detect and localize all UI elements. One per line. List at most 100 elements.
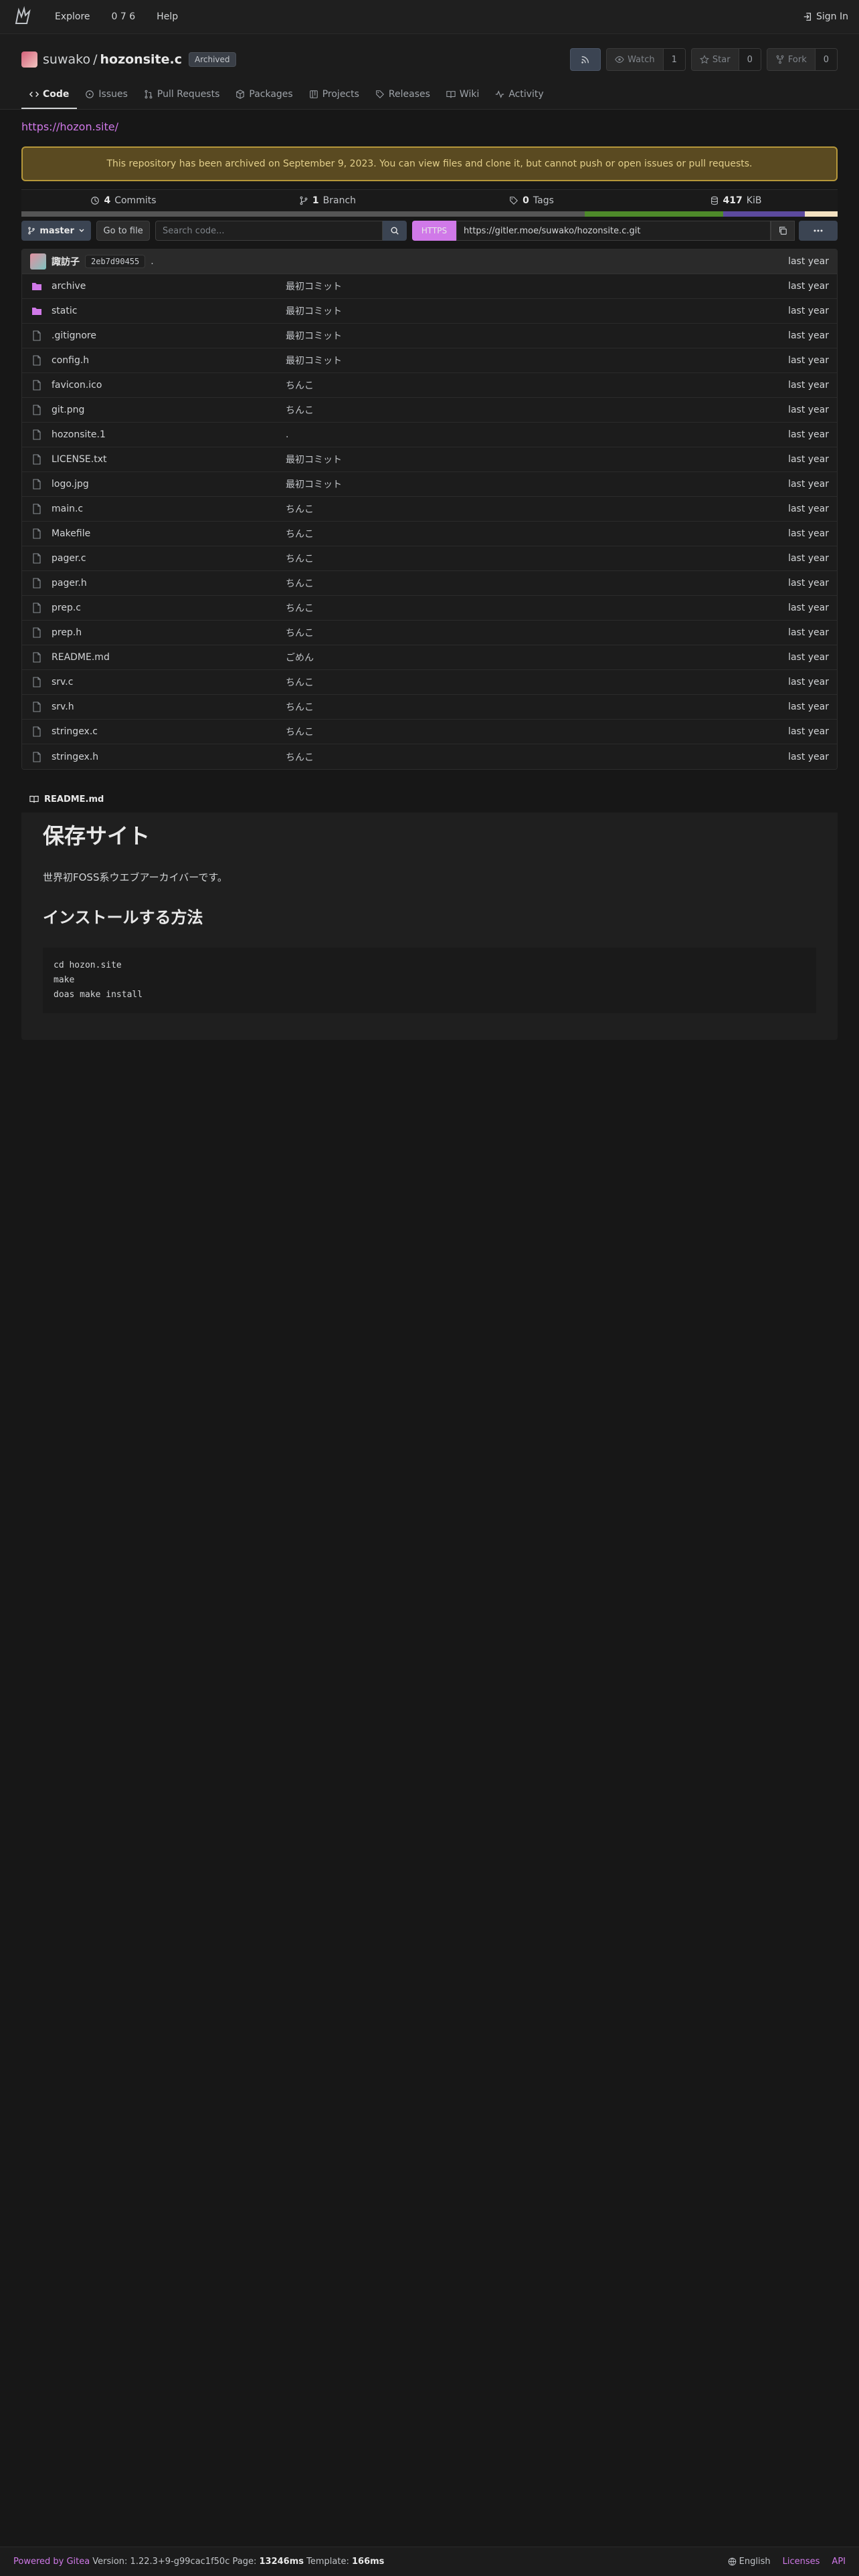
file-name[interactable]: README.md: [52, 652, 286, 663]
file-commit-message[interactable]: ちんこ: [286, 675, 788, 689]
clone-url-input[interactable]: [456, 221, 771, 241]
language-segment[interactable]: [805, 211, 838, 217]
commit-message[interactable]: .: [151, 256, 153, 267]
file-row[interactable]: srv.h ちんこ last year: [22, 695, 837, 720]
file-commit-message[interactable]: ちんこ: [286, 750, 788, 764]
file-row[interactable]: main.c ちんこ last year: [22, 497, 837, 522]
file-name[interactable]: static: [52, 306, 286, 316]
tab-wiki[interactable]: Wiki: [438, 89, 487, 109]
file-name[interactable]: logo.jpg: [52, 479, 286, 490]
powered-by-gitea-link[interactable]: Powered by Gitea: [13, 2557, 90, 2567]
branch-stat[interactable]: 1 Branch: [225, 195, 430, 206]
nav-explore[interactable]: Explore: [55, 11, 90, 22]
search-code-input[interactable]: [155, 221, 383, 241]
file-row[interactable]: prep.c ちんこ last year: [22, 596, 837, 621]
commits-stat[interactable]: 4 Commits: [21, 195, 225, 206]
star-count[interactable]: 0: [739, 49, 761, 70]
file-name[interactable]: stringex.c: [52, 726, 286, 737]
file-row[interactable]: git.png ちんこ last year: [22, 398, 837, 423]
file-name[interactable]: LICENSE.txt: [52, 454, 286, 465]
file-commit-message[interactable]: ちんこ: [286, 403, 788, 417]
tab-pull-requests[interactable]: Pull Requests: [136, 89, 227, 109]
commit-author-avatar[interactable]: [30, 253, 46, 270]
file-row[interactable]: favicon.ico ちんこ last year: [22, 373, 837, 398]
watch-count[interactable]: 1: [663, 49, 685, 70]
language-segment[interactable]: [723, 211, 805, 217]
file-commit-message[interactable]: ちんこ: [286, 576, 788, 590]
licenses-link[interactable]: Licenses: [783, 2557, 820, 2567]
file-name[interactable]: pager.c: [52, 553, 286, 564]
file-commit-message[interactable]: ちんこ: [286, 502, 788, 516]
nav-language-glyphs[interactable]: 0 7 6: [112, 11, 136, 22]
tags-stat[interactable]: 0 Tags: [430, 195, 634, 206]
file-name[interactable]: prep.h: [52, 627, 286, 638]
repo-avatar[interactable]: [21, 51, 37, 68]
file-row[interactable]: Makefile ちんこ last year: [22, 522, 837, 546]
file-commit-message[interactable]: 最初コミット: [286, 453, 788, 466]
file-commit-message[interactable]: ごめん: [286, 651, 788, 664]
language-segment[interactable]: [584, 211, 724, 217]
file-name[interactable]: srv.h: [52, 702, 286, 712]
file-name[interactable]: archive: [52, 281, 286, 292]
language-segment[interactable]: [21, 211, 585, 217]
sign-in-link[interactable]: Sign In: [803, 11, 848, 22]
file-row[interactable]: prep.h ちんこ last year: [22, 621, 837, 645]
copy-url-button[interactable]: [771, 221, 795, 241]
tab-code[interactable]: Code: [21, 89, 78, 109]
file-row[interactable]: logo.jpg 最初コミット last year: [22, 472, 837, 497]
file-row[interactable]: stringex.h ちんこ last year: [22, 744, 837, 769]
star-button[interactable]: Star: [691, 49, 739, 70]
file-commit-message[interactable]: ちんこ: [286, 601, 788, 615]
file-row[interactable]: pager.c ちんこ last year: [22, 546, 837, 571]
language-selector[interactable]: English: [728, 2557, 771, 2567]
file-name[interactable]: Makefile: [52, 528, 286, 539]
tab-activity[interactable]: Activity: [487, 89, 551, 109]
file-commit-message[interactable]: ちんこ: [286, 379, 788, 392]
more-options-button[interactable]: [799, 221, 838, 241]
repo-name-link[interactable]: hozonsite.c: [100, 52, 182, 67]
file-row[interactable]: archive 最初コミット last year: [22, 274, 837, 299]
file-row[interactable]: static 最初コミット last year: [22, 299, 837, 324]
https-protocol-button[interactable]: HTTPS: [412, 221, 456, 241]
commit-sha[interactable]: 2eb7d90455: [85, 255, 146, 268]
nav-help[interactable]: Help: [157, 11, 178, 22]
file-row[interactable]: LICENSE.txt 最初コミット last year: [22, 447, 837, 472]
file-row[interactable]: hozonsite.1. last year: [22, 423, 837, 447]
file-name[interactable]: git.png: [52, 405, 286, 415]
file-name[interactable]: main.c: [52, 504, 286, 514]
language-bar[interactable]: [21, 211, 838, 217]
readme-filename[interactable]: README.md: [44, 794, 104, 804]
file-row[interactable]: README.md ごめん last year: [22, 645, 837, 670]
repo-website-link[interactable]: https://hozon.site/: [21, 120, 838, 133]
file-row[interactable]: pager.h ちんこ last year: [22, 571, 837, 596]
file-commit-message[interactable]: 最初コミット: [286, 477, 788, 491]
file-name[interactable]: hozonsite.1: [52, 429, 286, 440]
file-row[interactable]: .gitignore 最初コミット last year: [22, 324, 837, 348]
file-commit-message[interactable]: ちんこ: [286, 552, 788, 565]
tab-releases[interactable]: Releases: [367, 89, 438, 109]
file-commit-message[interactable]: ちんこ: [286, 725, 788, 738]
api-link[interactable]: API: [832, 2557, 846, 2567]
file-name[interactable]: .gitignore: [52, 330, 286, 341]
file-row[interactable]: stringex.c ちんこ last year: [22, 720, 837, 744]
file-commit-message[interactable]: ちんこ: [286, 626, 788, 639]
watch-button[interactable]: Watch: [607, 49, 664, 70]
file-name[interactable]: favicon.ico: [52, 380, 286, 391]
go-to-file-button[interactable]: Go to file: [96, 221, 150, 241]
search-button[interactable]: [383, 221, 407, 241]
branch-dropdown[interactable]: master: [21, 221, 92, 241]
gitea-logo[interactable]: [11, 5, 35, 29]
file-commit-message[interactable]: ちんこ: [286, 700, 788, 714]
rss-feed-button[interactable]: [570, 48, 601, 71]
file-row[interactable]: config.h 最初コミット last year: [22, 348, 837, 373]
file-commit-message[interactable]: 最初コミット: [286, 354, 788, 367]
tab-issues[interactable]: Issues: [77, 89, 136, 109]
file-name[interactable]: config.h: [52, 355, 286, 366]
file-name[interactable]: pager.h: [52, 578, 286, 588]
tab-projects[interactable]: Projects: [301, 89, 367, 109]
tab-packages[interactable]: Packages: [227, 89, 300, 109]
fork-count[interactable]: 0: [815, 49, 837, 70]
file-commit-message[interactable]: .: [286, 429, 788, 440]
repo-owner-link[interactable]: suwako: [43, 52, 90, 67]
fork-button[interactable]: Fork: [767, 49, 816, 70]
